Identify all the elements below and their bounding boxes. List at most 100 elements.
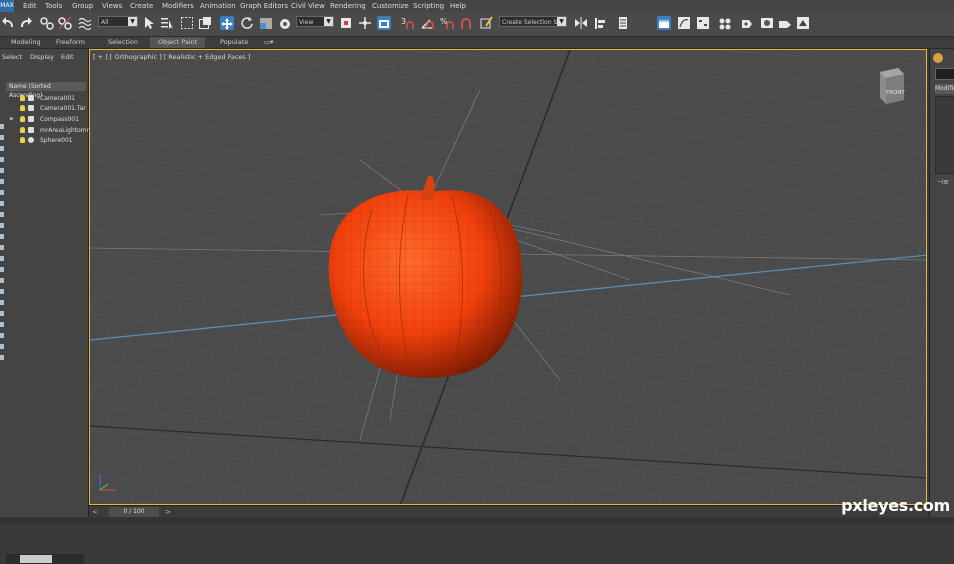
spinner-snap-icon[interactable] bbox=[459, 15, 473, 31]
rendered-frame-window-icon[interactable] bbox=[760, 15, 774, 31]
render-production-icon[interactable] bbox=[778, 15, 792, 31]
link-icon[interactable] bbox=[40, 15, 54, 31]
scale-icon[interactable] bbox=[259, 15, 273, 31]
select-object-icon[interactable] bbox=[142, 15, 156, 31]
object-name-field[interactable] bbox=[935, 68, 954, 80]
filter-icon[interactable] bbox=[0, 333, 4, 338]
pin-stack-icon[interactable]: ⊣≡ bbox=[937, 179, 949, 186]
curve-editor-icon[interactable] bbox=[677, 15, 691, 31]
menu-group[interactable]: Group bbox=[72, 0, 93, 12]
layer-manager-icon[interactable] bbox=[616, 15, 630, 31]
create-tab-icon[interactable] bbox=[933, 53, 943, 63]
filter-icon[interactable] bbox=[0, 223, 4, 228]
filter-icon[interactable] bbox=[0, 344, 4, 349]
menu-tools[interactable]: Tools bbox=[45, 0, 62, 12]
render-setup-icon[interactable] bbox=[740, 15, 754, 31]
filter-icon[interactable] bbox=[0, 146, 4, 151]
filter-icon[interactable] bbox=[0, 267, 4, 272]
light-bulb-icon[interactable] bbox=[20, 105, 25, 111]
tab-display[interactable]: Display bbox=[30, 53, 54, 61]
light-bulb-icon[interactable] bbox=[20, 95, 25, 101]
viewport-label[interactable]: [ + ] [ Orthographic ] [ Realistic + Edg… bbox=[93, 53, 250, 61]
menu-customize[interactable]: Customize bbox=[372, 0, 409, 12]
angle-snap-icon[interactable] bbox=[420, 15, 434, 31]
column-header-name[interactable]: Name (Sorted Ascending) bbox=[6, 82, 86, 99]
window-crossing-icon[interactable] bbox=[198, 15, 212, 31]
menu-rendering[interactable]: Rendering bbox=[330, 0, 366, 12]
viewport-canvas[interactable] bbox=[90, 50, 927, 505]
filter-icon[interactable] bbox=[0, 234, 4, 239]
app-logo[interactable]: MAX bbox=[0, 0, 14, 12]
scene-explorer-button[interactable] bbox=[657, 16, 671, 30]
expand-arrow-icon[interactable]: ▶ bbox=[10, 115, 14, 124]
tab-modeling[interactable]: Modeling bbox=[11, 37, 41, 48]
menu-modifiers[interactable]: Modifiers bbox=[162, 0, 194, 12]
tab-freeform[interactable]: Freeform bbox=[56, 37, 85, 48]
unlink-icon[interactable] bbox=[58, 15, 72, 31]
list-item[interactable]: Camera001 bbox=[6, 94, 88, 103]
list-item[interactable]: mrAreaLightomn bbox=[6, 126, 90, 135]
tab-populate[interactable]: Populate bbox=[220, 37, 248, 48]
mirror-icon[interactable] bbox=[574, 15, 588, 31]
pivot-center-icon[interactable] bbox=[339, 15, 353, 31]
render-iterative-icon[interactable] bbox=[796, 15, 810, 31]
filter-icon[interactable] bbox=[0, 278, 4, 283]
pumpkin-object[interactable] bbox=[328, 175, 523, 378]
scrollbar-thumb[interactable] bbox=[20, 555, 52, 563]
snap-toggle-icon[interactable]: 3 bbox=[400, 15, 414, 31]
menu-views[interactable]: Views bbox=[102, 0, 122, 12]
menu-edit[interactable]: Edit bbox=[23, 0, 37, 12]
filter-icon[interactable] bbox=[0, 201, 4, 206]
align-icon[interactable] bbox=[593, 15, 607, 31]
filter-icon[interactable] bbox=[0, 322, 4, 327]
filter-icon[interactable] bbox=[0, 212, 4, 217]
select-by-name-icon[interactable] bbox=[160, 15, 174, 31]
tab-select[interactable]: Select bbox=[2, 53, 22, 61]
selection-filter-dropdown[interactable]: All ▼ bbox=[98, 16, 138, 27]
menu-animation[interactable]: Animation bbox=[200, 0, 236, 12]
undo-icon[interactable] bbox=[2, 15, 16, 31]
menu-graph-editors[interactable]: Graph Editors bbox=[240, 0, 288, 12]
filter-icon[interactable] bbox=[0, 179, 4, 184]
ribbon-options-icon[interactable]: ▭▾ bbox=[264, 37, 273, 48]
list-item[interactable]: ▶ Compass001 bbox=[6, 115, 88, 124]
redo-icon[interactable] bbox=[18, 15, 32, 31]
filter-icon[interactable] bbox=[0, 256, 4, 261]
named-selection-set-dropdown[interactable]: Create Selection Se ▼ bbox=[499, 16, 567, 27]
tab-edit[interactable]: Edit bbox=[61, 53, 74, 61]
tab-selection[interactable]: Selection bbox=[108, 37, 138, 48]
material-editor-icon[interactable] bbox=[718, 15, 732, 31]
time-slider-thumb[interactable]: 0 / 100 bbox=[109, 507, 159, 517]
schematic-view-icon[interactable] bbox=[696, 15, 710, 31]
reference-coordinate-dropdown[interactable]: View ▼ bbox=[296, 16, 334, 27]
edit-named-selection-icon[interactable] bbox=[480, 15, 494, 31]
menu-scripting[interactable]: Scripting bbox=[413, 0, 444, 12]
explorer-scrollbar[interactable] bbox=[6, 554, 84, 564]
tab-object-paint[interactable]: Object Paint bbox=[150, 37, 206, 48]
modifier-stack[interactable] bbox=[935, 96, 954, 174]
modifier-list-dropdown[interactable]: Modifier bbox=[935, 84, 954, 94]
filter-icon[interactable] bbox=[0, 190, 4, 195]
filter-icon[interactable] bbox=[0, 124, 4, 129]
select-move-button[interactable] bbox=[220, 16, 234, 30]
filter-icon[interactable] bbox=[0, 300, 4, 305]
filter-icon[interactable] bbox=[0, 355, 4, 360]
manipulate-icon[interactable] bbox=[358, 15, 372, 31]
filter-icon[interactable] bbox=[0, 245, 4, 250]
percent-snap-icon[interactable]: % bbox=[440, 15, 454, 31]
placement-icon[interactable] bbox=[278, 15, 292, 31]
light-bulb-icon[interactable] bbox=[20, 137, 25, 143]
filter-icon[interactable] bbox=[0, 311, 4, 316]
bind-spacewarp-icon[interactable] bbox=[78, 15, 92, 31]
rotate-icon[interactable] bbox=[240, 15, 254, 31]
light-bulb-icon[interactable] bbox=[20, 116, 25, 122]
list-item[interactable]: Camera001.Tar bbox=[6, 104, 88, 113]
viewcube[interactable]: FRONT bbox=[876, 66, 906, 106]
filter-icon[interactable] bbox=[0, 157, 4, 162]
rect-selection-icon[interactable] bbox=[180, 15, 194, 31]
filter-icon[interactable] bbox=[0, 168, 4, 173]
list-item[interactable]: Sphere001 bbox=[6, 136, 88, 145]
light-bulb-icon[interactable] bbox=[20, 127, 25, 133]
menu-help[interactable]: Help bbox=[450, 0, 466, 12]
filter-icon[interactable] bbox=[0, 289, 4, 294]
